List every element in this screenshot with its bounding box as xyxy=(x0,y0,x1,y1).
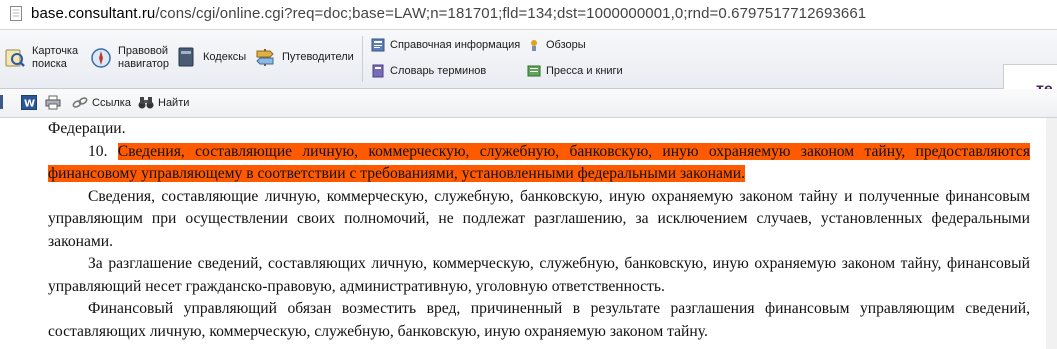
codes-button[interactable]: Кодексы xyxy=(175,46,246,68)
glossary-icon xyxy=(372,64,384,78)
paragraph-10: 10. Сведения, составляющие личную, комме… xyxy=(48,141,1030,186)
app-toolbar: Карточка поиска Правовой навигатор Кодексы… xyxy=(0,30,1057,116)
link-button[interactable]: Ссылка xyxy=(72,95,131,110)
reviews-button[interactable]: Обзоры xyxy=(527,38,586,52)
link-label: Ссылка xyxy=(92,96,131,109)
paragraph-number: 10. xyxy=(88,142,108,160)
book-icon xyxy=(178,47,194,67)
reference-info-icon xyxy=(371,38,385,52)
url-text[interactable]: base.consultant.ru/cons/cgi/online.cgi?r… xyxy=(31,5,866,22)
link-icon xyxy=(72,97,88,108)
paragraph-confidentiality: Сведения, составляющие личную, коммерчес… xyxy=(48,187,1030,250)
reference-info-button[interactable]: Справочная информация xyxy=(371,38,520,52)
page-icon xyxy=(10,6,22,21)
press-books-icon xyxy=(527,65,541,77)
compass-icon xyxy=(91,48,111,68)
binoculars-icon xyxy=(138,97,154,109)
document-body: Федерации. 10. Сведения, составляющие ли… xyxy=(48,118,1030,343)
legal-navigator-button[interactable]: Правовой навигатор xyxy=(90,45,169,71)
word-icon: W xyxy=(21,95,37,110)
navigator-label-2: навигатор xyxy=(118,58,169,70)
find-label: Найти xyxy=(158,96,190,109)
search-card-label-1: Карточка xyxy=(32,45,79,57)
paragraph-fragment: Федерации. xyxy=(48,120,126,137)
paragraph-liability: За разглашение сведений, составляющих ли… xyxy=(48,255,1030,295)
codes-label: Кодексы xyxy=(203,50,247,63)
press-books-label: Пресса и книги xyxy=(546,65,623,77)
print-button[interactable] xyxy=(45,95,61,110)
toolbar-grip xyxy=(0,95,3,109)
reference-info-label: Справочная информация xyxy=(390,39,521,51)
url-host: base.consultant.ru xyxy=(31,5,156,22)
toolbar-divider xyxy=(362,36,363,82)
find-button[interactable]: Найти xyxy=(138,95,189,110)
reviews-icon xyxy=(531,40,537,51)
scrollbar[interactable] xyxy=(1046,118,1057,349)
navigator-label-1: Правовой xyxy=(118,45,168,57)
guides-label: Путеводители xyxy=(282,50,354,63)
search-card-label-2: поиска xyxy=(32,58,67,70)
printer-icon xyxy=(45,95,61,110)
word-export-button[interactable]: W xyxy=(21,95,37,110)
glossary-label: Словарь терминов xyxy=(390,65,487,77)
highlighted-text: Сведения, составляющие личную, коммерчес… xyxy=(48,142,1030,182)
press-books-button[interactable]: Пресса и книги xyxy=(527,64,623,78)
glossary-button[interactable]: Словарь терминов xyxy=(371,64,486,78)
address-bar[interactable]: base.consultant.ru/cons/cgi/online.cgi?r… xyxy=(0,0,1057,30)
guides-button[interactable]: Путеводители xyxy=(254,46,354,68)
search-card-icon xyxy=(5,49,25,67)
svg-text:W: W xyxy=(24,99,35,110)
url-path: /cons/cgi/online.cgi?req=doc;base=LAW;n=… xyxy=(155,5,867,22)
reviews-label: Обзоры xyxy=(546,39,586,51)
search-card-button[interactable]: Карточка поиска xyxy=(4,45,78,71)
paragraph-compensation: Финансовый управляющий обязан возместить… xyxy=(48,300,1030,340)
signpost-icon xyxy=(256,49,274,66)
document-toolbar: W Ссылка Найти xyxy=(0,89,1057,118)
